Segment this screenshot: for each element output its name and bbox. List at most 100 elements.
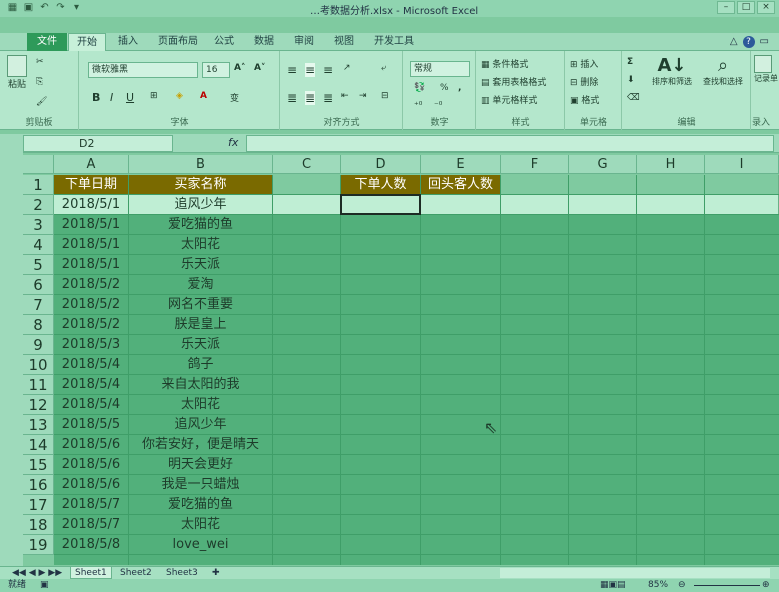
tab-data[interactable]: 数据 xyxy=(254,33,274,51)
header-cell[interactable]: 下单日期 xyxy=(54,175,129,195)
shrink-font-icon[interactable]: A˅ xyxy=(254,63,265,73)
date-cell[interactable]: 2018/5/4 xyxy=(54,395,129,415)
copy-icon[interactable]: ⎘ xyxy=(36,77,43,87)
align-center-icon[interactable]: ≣ xyxy=(305,91,316,105)
column-header-h[interactable]: H xyxy=(637,155,705,174)
date-cell[interactable]: 2018/5/1 xyxy=(54,255,129,275)
phonetic-button[interactable]: 变 xyxy=(230,91,239,104)
cut-icon[interactable]: ✂ xyxy=(36,57,44,67)
active-cell-d2[interactable] xyxy=(340,194,421,215)
row-header[interactable]: 3 xyxy=(23,215,54,235)
date-cell[interactable]: 2018/5/1 xyxy=(54,235,129,255)
buyer-cell[interactable]: 太阳花 xyxy=(129,395,273,415)
date-cell[interactable]: 2018/5/5 xyxy=(54,415,129,435)
customize-qat-icon[interactable]: ▾ xyxy=(70,1,83,14)
buyer-cell[interactable]: 爱吃猫的鱼 xyxy=(129,495,273,515)
macro-record-icon[interactable]: ▣ xyxy=(40,579,49,592)
zoom-out-icon[interactable]: ⊖ xyxy=(678,579,686,592)
row-header[interactable]: 19 xyxy=(23,535,54,555)
merge-center-icon[interactable]: ⊟ xyxy=(381,91,389,101)
column-header-f[interactable]: F xyxy=(501,155,569,174)
sheet-tab-3[interactable]: Sheet3 xyxy=(162,567,202,579)
buyer-cell[interactable]: 来自太阳的我 xyxy=(129,375,273,395)
buyer-cell[interactable]: 我是一只蜡烛 xyxy=(129,475,273,495)
find-select-button[interactable]: ⌕ 查找和选择 xyxy=(697,55,749,87)
buyer-cell[interactable]: 你若安好，便是晴天 xyxy=(129,435,273,455)
formula-input[interactable] xyxy=(246,135,774,152)
minimize-button[interactable]: – xyxy=(717,1,735,14)
decrease-decimal-icon[interactable]: ⁻⁰ xyxy=(434,101,442,111)
row-header[interactable]: 7 xyxy=(23,295,54,315)
autosum-button[interactable]: Σ xyxy=(627,57,633,67)
buyer-cell[interactable]: 明天会更好 xyxy=(129,455,273,475)
buyer-cell[interactable]: 朕是皇上 xyxy=(129,315,273,335)
column-header-g[interactable]: G xyxy=(569,155,637,174)
buyer-cell[interactable]: 追风少年 xyxy=(129,415,273,435)
format-as-table-button[interactable]: ▤ 套用表格格式 xyxy=(481,75,546,88)
save-icon[interactable]: ▣ xyxy=(22,1,35,14)
row-header[interactable]: 6 xyxy=(23,275,54,295)
row-header[interactable]: 5 xyxy=(23,255,54,275)
buyer-cell[interactable]: 太阳花 xyxy=(129,515,273,535)
font-color-icon[interactable]: A xyxy=(200,91,207,101)
sheet-tab-2[interactable]: Sheet2 xyxy=(116,567,156,579)
header-cell[interactable]: 买家名称 xyxy=(129,175,273,195)
buyer-cell[interactable]: 鸽子 xyxy=(129,355,273,375)
maximize-button[interactable]: □ xyxy=(737,1,755,14)
paste-button[interactable]: 粘贴 xyxy=(4,55,30,90)
buyer-cell[interactable]: 追风少年 xyxy=(129,195,273,215)
row-header[interactable]: 18 xyxy=(23,515,54,535)
currency-icon[interactable]: 💱 xyxy=(414,83,425,93)
date-cell[interactable]: 2018/5/3 xyxy=(54,335,129,355)
row-1-remaining[interactable] xyxy=(501,175,779,195)
wrap-text-icon[interactable]: ⤶ xyxy=(381,63,386,73)
date-cell[interactable]: 2018/5/2 xyxy=(54,315,129,335)
date-cell[interactable]: 2018/5/4 xyxy=(54,375,129,395)
restore-icon[interactable]: ▭ xyxy=(760,36,769,48)
increase-decimal-icon[interactable]: ⁺⁰ xyxy=(414,101,422,111)
fill-color-icon[interactable]: ◈ xyxy=(176,91,183,101)
align-middle-icon[interactable]: ≡ xyxy=(305,63,316,77)
record-form-button[interactable]: 记录单 xyxy=(754,55,779,84)
conditional-format-button[interactable]: ▦ 条件格式 xyxy=(481,57,528,70)
row-header[interactable]: 15 xyxy=(23,455,54,475)
tab-developer[interactable]: 开发工具 xyxy=(374,33,414,51)
ribbon-collapse-icon[interactable]: △ xyxy=(730,36,738,48)
undo-icon[interactable]: ↶ xyxy=(38,1,51,14)
date-cell[interactable]: 2018/5/1 xyxy=(54,195,129,215)
horizontal-scrollbar[interactable] xyxy=(500,568,770,578)
date-cell[interactable]: 2018/5/7 xyxy=(54,515,129,535)
number-format-select[interactable]: 常规 xyxy=(410,61,470,77)
buyer-cell[interactable]: love_wei xyxy=(129,535,273,555)
date-cell[interactable]: 2018/5/7 xyxy=(54,495,129,515)
buyer-cell[interactable]: 太阳花 xyxy=(129,235,273,255)
new-sheet-icon[interactable]: ✚ xyxy=(208,567,224,579)
percent-button[interactable]: % xyxy=(440,83,449,93)
name-box[interactable]: D2 xyxy=(23,135,173,152)
date-cell[interactable]: 2018/5/6 xyxy=(54,435,129,455)
sheet-tab-1[interactable]: Sheet1 xyxy=(70,567,112,579)
row-header[interactable]: 8 xyxy=(23,315,54,335)
row-header[interactable]: 14 xyxy=(23,435,54,455)
grow-font-icon[interactable]: A˄ xyxy=(234,63,245,73)
row-header[interactable]: 9 xyxy=(23,335,54,355)
column-header-e[interactable]: E xyxy=(421,155,501,174)
tab-view[interactable]: 视图 xyxy=(334,33,354,51)
align-right-icon[interactable]: ≣ xyxy=(323,91,333,105)
bold-button[interactable]: B xyxy=(92,91,100,104)
tab-home[interactable]: 开始 xyxy=(68,33,106,51)
date-cell[interactable]: 2018/5/6 xyxy=(54,475,129,495)
delete-cells-button[interactable]: ⊟ 删除 xyxy=(570,75,598,88)
insert-function-button[interactable]: fx xyxy=(228,136,238,149)
fill-icon[interactable]: ⬇ xyxy=(627,75,635,85)
font-name-select[interactable]: 微软雅黑 xyxy=(88,62,198,78)
column-header-i[interactable]: I xyxy=(705,155,779,174)
row-header[interactable]: 11 xyxy=(23,375,54,395)
row-header[interactable]: 1 xyxy=(23,175,54,195)
tab-page-layout[interactable]: 页面布局 xyxy=(158,33,198,51)
format-cells-button[interactable]: ▣ 格式 xyxy=(570,93,599,106)
close-button[interactable]: × xyxy=(757,1,775,14)
date-cell[interactable]: 2018/5/2 xyxy=(54,275,129,295)
align-bottom-icon[interactable]: ≡ xyxy=(323,63,333,77)
sort-filter-button[interactable]: A↓ 排序和筛选 xyxy=(647,55,697,87)
